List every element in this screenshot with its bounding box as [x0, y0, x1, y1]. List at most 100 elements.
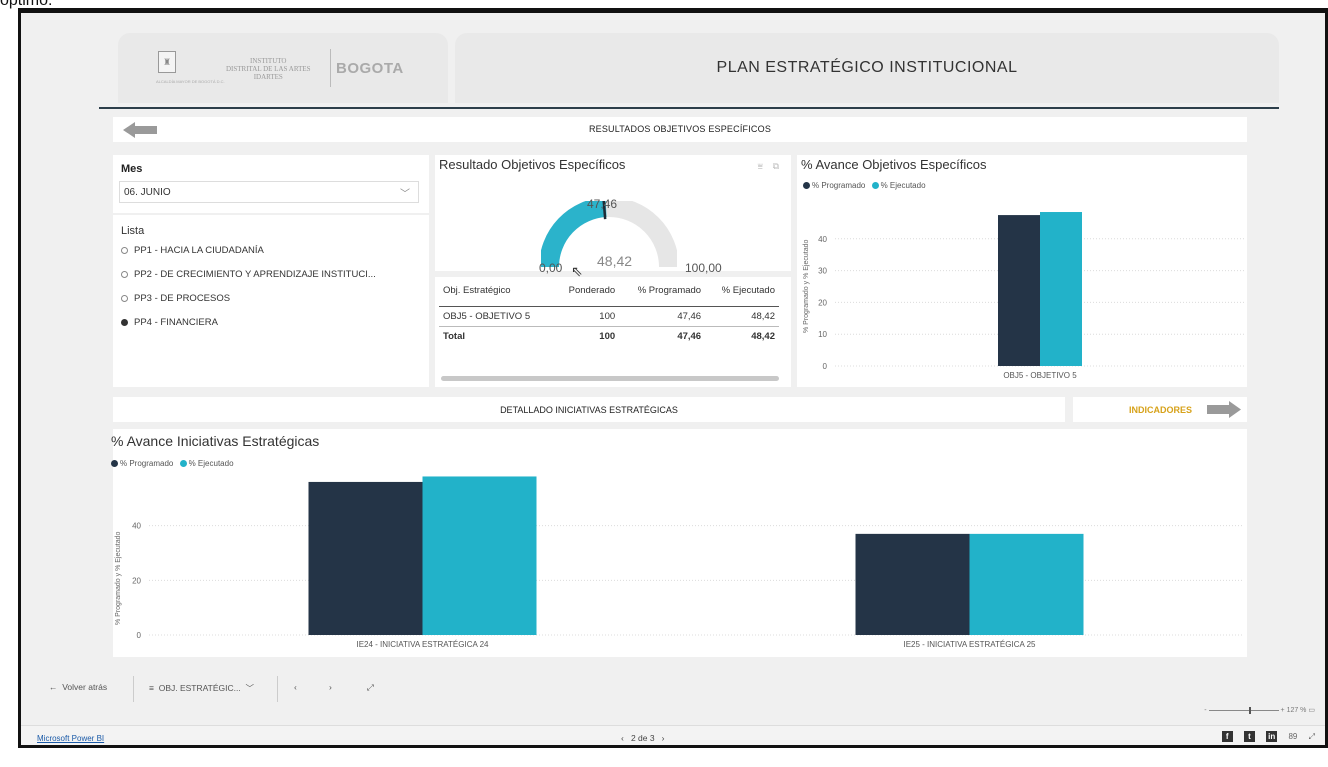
objectives-table: Obj. Estratégico Ponderado % Programado … [439, 281, 779, 346]
month-dropdown[interactable]: 06. JUNIO ﹀ [119, 181, 419, 203]
indicators-nav-button[interactable]: INDICADORES [1073, 397, 1247, 422]
section-nav-bar: RESULTADOS OBJETIVOS ESPECÍFICOS [113, 117, 1247, 142]
table-header-row: Obj. Estratégico Ponderado % Programado … [439, 281, 779, 300]
page-menu-dropdown[interactable]: ≡ OBJ. ESTRATÉGIC... ﹀ [149, 682, 254, 694]
page-indicator: 2 de 3 [630, 733, 655, 743]
chevron-down-icon: ﹀ [245, 683, 254, 693]
y-tick-label: 0 [137, 631, 142, 640]
objectives-chart-card: % Avance Objetivos Específicos % Program… [797, 155, 1247, 387]
go-back-button[interactable]: ← Volver atrás [49, 682, 107, 692]
col-ponderado[interactable]: Ponderado [554, 281, 620, 300]
table-row: OBJ5 - OBJETIVO 5 100 47,46 48,42 [439, 305, 779, 326]
indicators-label: INDICADORES [1129, 405, 1193, 415]
seal-icon: ♜ [158, 51, 176, 73]
zoom-in-icon[interactable]: + [1281, 707, 1285, 714]
bar-programado [998, 215, 1040, 366]
initiatives-chart-card: % Avance Iniciativas Estratégicas % Prog… [111, 429, 1247, 657]
facebook-icon[interactable]: f [1221, 731, 1233, 742]
zoom-level: 127 % [1286, 707, 1307, 714]
prev-page-icon[interactable]: ‹ [621, 733, 624, 743]
radio-selected-icon [121, 318, 128, 326]
y-tick-label: 40 [132, 522, 141, 531]
bar-programado [308, 481, 423, 635]
detail-section-bar: DETALLADO INICIATIVAS ESTRATÉGICAS [113, 397, 1065, 422]
page-navigator: ‹ 2 de 3 › [621, 733, 665, 743]
bar-ejecutado [1040, 212, 1082, 366]
col-ejecutado[interactable]: % Ejecutado [705, 281, 779, 300]
radio-icon [121, 270, 128, 278]
section-title: RESULTADOS OBJETIVOS ESPECÍFICOS [588, 124, 772, 134]
y-tick-label: 40 [818, 235, 827, 244]
bar-programado [855, 533, 970, 635]
linkedin-icon[interactable]: in [1266, 731, 1278, 742]
zoom-out-icon[interactable]: - [1204, 707, 1206, 714]
y-tick-label: 0 [823, 362, 828, 371]
previous-page-button[interactable]: ‹ [294, 682, 297, 692]
initiatives-bar-chart: 0 20 40 IE24 - INICIATIVA ESTRATÉGICA 24 IE2… [132, 476, 1243, 649]
page-title: PLAN ESTRATÉGICO INSTITUCIONAL [716, 59, 1018, 76]
gauge-max-label: 100,00 [685, 261, 722, 275]
y-tick-label: 30 [818, 267, 827, 276]
x-tick-label: IE24 - INICIATIVA ESTRATÉGICA 24 [356, 640, 489, 649]
forward-arrow-icon [1207, 401, 1241, 418]
gauge-target-label: 47,46 [587, 197, 618, 211]
header-divider [99, 107, 1279, 109]
month-label: Mes [121, 163, 143, 175]
logo-bogota: BOGOTA [336, 60, 404, 77]
horizontal-scrollbar[interactable] [441, 376, 779, 381]
chevron-down-icon: ﹀ [400, 189, 410, 200]
y-tick-label: 20 [818, 298, 827, 307]
radio-option-pp3[interactable]: PP3 - DE PROCESOS [121, 293, 230, 304]
detail-section-title: DETALLADO INICIATIVAS ESTRATÉGICAS [500, 405, 678, 415]
radio-icon [121, 246, 128, 254]
radio-option-pp1[interactable]: PP1 - HACIA LA CIUDADANÍA [121, 245, 264, 256]
radio-option-pp2[interactable]: PP2 - DE CRECIMIENTO Y APRENDIZAJE INSTI… [121, 269, 376, 280]
gauge-card: Resultado Objetivos Específicos ⩸ ⧉ 47,4… [435, 155, 791, 275]
y-tick-label: 20 [132, 576, 141, 585]
list-slicer: Lista PP1 - HACIA LA CIUDADANÍA PP2 - DE… [113, 215, 429, 387]
divider [277, 676, 278, 702]
divider [133, 676, 134, 702]
bar-ejecutado [422, 476, 537, 635]
list-label: Lista [121, 225, 145, 237]
powerbi-link[interactable]: Microsoft Power BI [37, 734, 104, 743]
fit-page-icon[interactable]: ▭ [1308, 707, 1315, 714]
x-tick-label: IE25 - INICIATIVA ESTRATÉGICA 25 [903, 640, 1036, 649]
zoom-slider[interactable] [1208, 706, 1279, 714]
report-bottom-nav: ← Volver atrás ≡ OBJ. ESTRATÉGIC... ﹀ ‹ … [21, 670, 1325, 710]
objectives-table-card: Obj. Estratégico Ponderado % Programado … [435, 277, 791, 387]
logo-block: ♜ ALCALDÍA MAYOR DE BOGOTÁ D.C. INSTITUT… [118, 33, 448, 103]
share-icons: f t in 89 ⤢ [1213, 731, 1315, 742]
bar-ejecutado [969, 533, 1084, 635]
month-slicer: Mes 06. JUNIO ﹀ [113, 155, 429, 213]
gauge-value-label: 48,42 [597, 253, 633, 269]
powerbi-status-bar: Microsoft Power BI ‹ 2 de 3 › f t in 89 … [21, 725, 1325, 745]
objectives-bar-chart: 0 10 20 30 40 OBJ5 - OBJETIVO 5 [818, 212, 1245, 380]
filter-icon[interactable]: ⩸ [758, 161, 763, 172]
next-page-icon[interactable]: › [662, 733, 665, 743]
report-frame: ♜ ALCALDÍA MAYOR DE BOGOTÁ D.C. INSTITUT… [18, 8, 1328, 748]
x-tick-label: OBJ5 - OBJETIVO 5 [1003, 371, 1077, 380]
menu-icon: ≡ [149, 683, 154, 693]
next-page-button[interactable]: › [329, 682, 332, 692]
radio-icon [121, 294, 128, 302]
gauge-title: Resultado Objetivos Específicos [439, 157, 626, 172]
header-title-box: PLAN ESTRATÉGICO INSTITUCIONAL [455, 33, 1279, 103]
share-count-icon[interactable]: 89 [1288, 731, 1297, 742]
month-value: 06. JUNIO [124, 187, 171, 198]
y-tick-label: 10 [818, 330, 827, 339]
logo-text: INSTITUTO DISTRITAL DE LAS ARTES IDARTES [226, 57, 311, 81]
gauge-min-label: 0,00 [539, 261, 563, 275]
logo-divider [330, 49, 331, 87]
col-obj[interactable]: Obj. Estratégico [439, 281, 554, 300]
radio-option-pp4[interactable]: PP4 - FINANCIERA [121, 317, 218, 328]
twitter-icon[interactable]: t [1243, 731, 1255, 742]
arrow-left-icon: ← [49, 682, 58, 692]
expand-icon[interactable]: ⤢ [367, 682, 374, 693]
table-total-row: Total 100 47,46 48,42 [439, 325, 779, 346]
col-programado[interactable]: % Programado [619, 281, 705, 300]
zoom-control[interactable]: - + 127 % ▭ [1204, 706, 1315, 714]
fullscreen-icon[interactable]: ⤢ [1309, 731, 1315, 742]
logo-alcaldia: ALCALDÍA MAYOR DE BOGOTÁ D.C. [156, 79, 225, 84]
focus-mode-icon[interactable]: ⧉ [773, 161, 779, 172]
